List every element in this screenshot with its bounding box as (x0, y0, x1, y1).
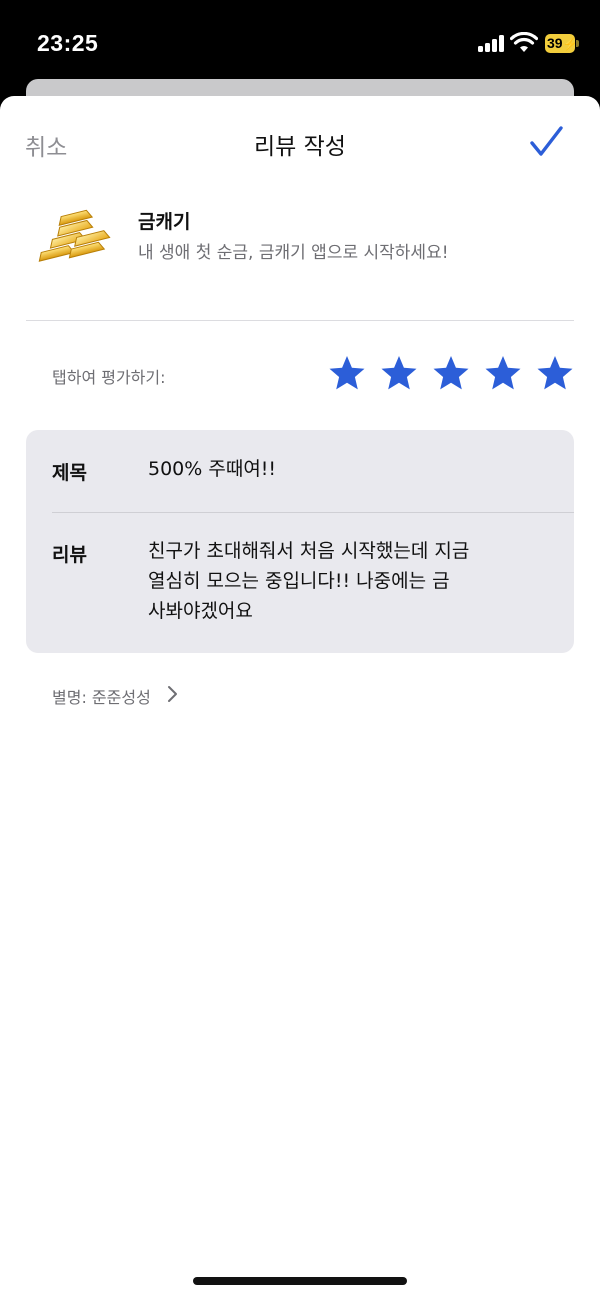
review-line: 사봐야겠어요 (148, 600, 253, 622)
cellular-signal-icon (478, 34, 508, 52)
review-label: 리뷰 (52, 544, 87, 566)
card-divider (52, 512, 574, 513)
wifi-icon (510, 32, 538, 52)
star-icon-4[interactable] (484, 354, 522, 392)
app-name: 금캐기 (138, 211, 191, 233)
checkmark-icon[interactable] (526, 122, 566, 162)
page-title: 리뷰 작성 (254, 134, 346, 160)
review-form-card: 제목 500% 주때여!! 리뷰 친구가 초대해줘서 처음 시작했는데 지금 열… (26, 430, 574, 653)
star-icon-1[interactable] (328, 354, 366, 392)
review-line: 친구가 초대해줘서 처음 시작했는데 지금 (148, 540, 470, 562)
divider (26, 320, 574, 321)
battery-tip (576, 40, 579, 47)
status-time: 23:25 (37, 30, 99, 56)
nickname-link[interactable]: 별명: 준준성성 (52, 684, 151, 708)
app-subtitle: 내 생애 첫 순금, 금캐기 앱으로 시작하세요! (138, 243, 449, 263)
home-indicator[interactable] (193, 1277, 407, 1285)
gold-bars-icon (38, 209, 111, 262)
star-icon-5[interactable] (536, 354, 574, 392)
review-textarea[interactable]: 친구가 초대해줘서 처음 시작했는데 지금 열심히 모으는 중입니다!! 나중에… (148, 536, 469, 626)
review-line: 열심히 모으는 중입니다!! 나중에는 금 (148, 570, 450, 592)
star-icon-3[interactable] (432, 354, 470, 392)
star-icon-2[interactable] (380, 354, 418, 392)
status-bar: 23:25 39⚡ (0, 0, 600, 90)
battery-icon: 39⚡ (545, 34, 578, 53)
battery-level: 39 (547, 35, 563, 51)
title-input[interactable]: 500% 주때여!! (148, 454, 276, 484)
star-rating[interactable] (328, 354, 578, 394)
chevron-right-icon[interactable] (166, 684, 180, 704)
rating-label: 탭하여 평가하기: (52, 368, 166, 387)
title-label: 제목 (52, 462, 87, 484)
